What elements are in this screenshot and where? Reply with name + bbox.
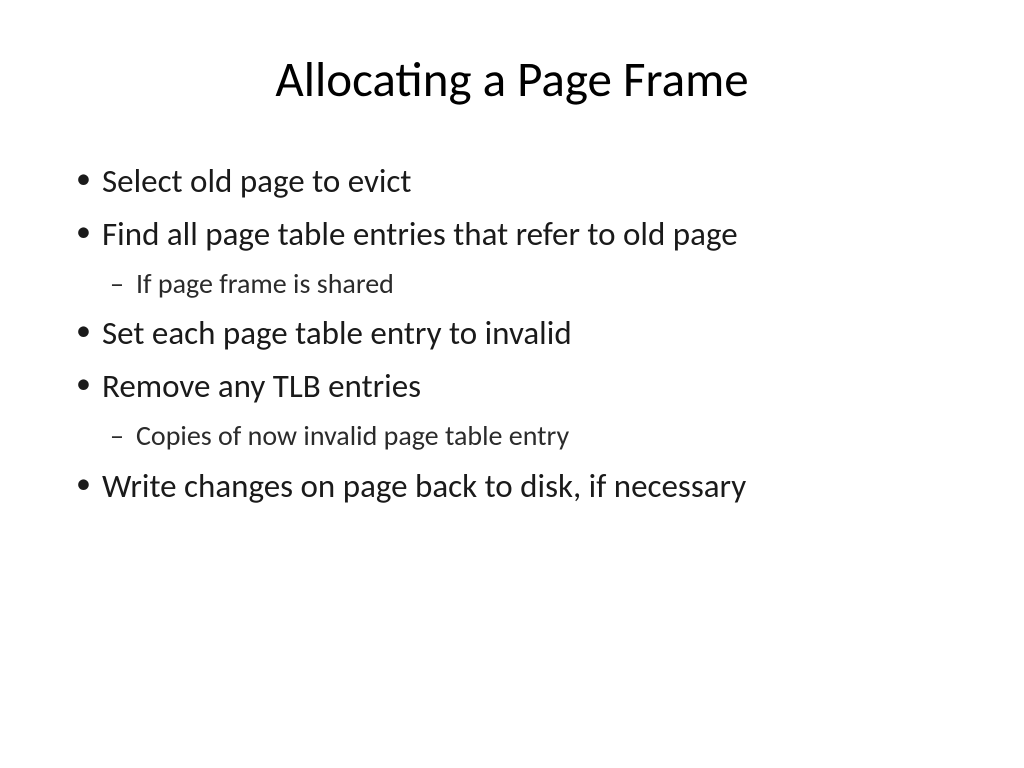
list-item: Set each page table entry to invalid	[70, 310, 954, 357]
bullet-list: Select old page to evict Find all page t…	[70, 158, 954, 509]
list-sub-item: Copies of now invalid page table entry	[70, 416, 954, 457]
slide-title: Allocating a Page Frame	[70, 50, 954, 110]
list-sub-item: If page frame is shared	[70, 264, 954, 305]
list-item: Select old page to evict	[70, 158, 954, 205]
list-item: Write changes on page back to disk, if n…	[70, 463, 954, 510]
list-item: Remove any TLB entries	[70, 363, 954, 410]
list-item: Find all page table entries that refer t…	[70, 211, 954, 258]
